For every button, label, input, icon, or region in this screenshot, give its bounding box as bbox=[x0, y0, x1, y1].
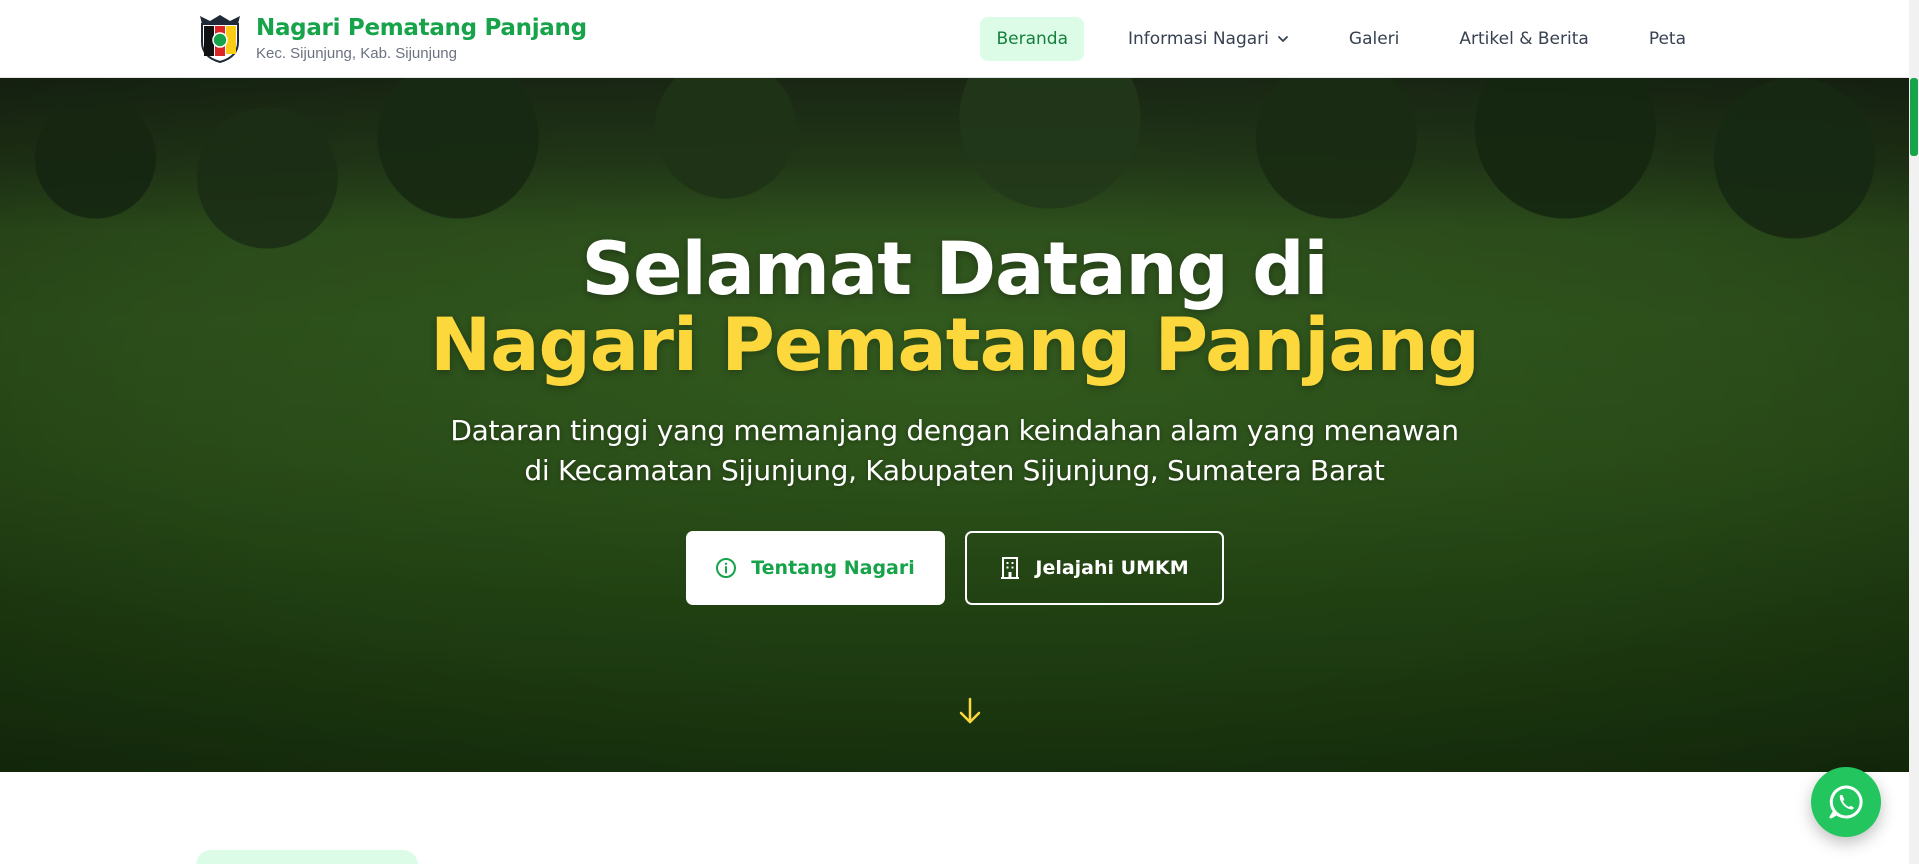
scrollbar-thumb[interactable] bbox=[1910, 78, 1918, 156]
hero-description-line2: di Kecamatan Sijunjung, Kabupaten Sijunj… bbox=[524, 454, 1385, 487]
tentang-nagari-button[interactable]: Tentang Nagari bbox=[685, 531, 945, 605]
jelajahi-umkm-button[interactable]: Jelajahi UMKM bbox=[964, 531, 1224, 605]
jelajahi-umkm-label: Jelajahi UMKM bbox=[1035, 557, 1189, 579]
section-badge bbox=[196, 850, 418, 864]
info-icon bbox=[716, 558, 737, 578]
hero-title-line2: Nagari Pematang Panjang bbox=[430, 303, 1480, 388]
whatsapp-icon bbox=[1829, 785, 1863, 819]
whatsapp-button[interactable] bbox=[1811, 767, 1881, 837]
hero-title-line1: Selamat Datang di bbox=[581, 227, 1329, 312]
hero-section: Selamat Datang di Nagari Pematang Panjan… bbox=[0, 78, 1909, 772]
brand[interactable]: Nagari Pematang Panjang Kec. Sijunjung, … bbox=[196, 12, 587, 64]
tentang-nagari-label: Tentang Nagari bbox=[751, 557, 915, 579]
nav-item-artikel-berita[interactable]: Artikel & Berita bbox=[1443, 17, 1604, 61]
nav-item-label: Informasi Nagari bbox=[1128, 29, 1269, 49]
building-icon bbox=[1001, 557, 1020, 579]
site-header: Nagari Pematang Panjang Kec. Sijunjung, … bbox=[0, 0, 1909, 78]
nav-item-informasi-nagari[interactable]: Informasi Nagari bbox=[1112, 17, 1305, 61]
nagari-logo-icon bbox=[200, 15, 240, 64]
nav-item-galeri[interactable]: Galeri bbox=[1333, 17, 1416, 61]
hero-description-line1: Dataran tinggi yang memanjang dengan kei… bbox=[450, 414, 1459, 447]
nav-item-beranda[interactable]: Beranda bbox=[980, 17, 1084, 61]
hero-buttons: Tentang Nagari Jelajahi UMKM bbox=[0, 531, 1909, 605]
hero-description: Dataran tinggi yang memanjang dengan kei… bbox=[0, 411, 1909, 491]
main-nav: Beranda Informasi Nagari Galeri Artikel … bbox=[980, 17, 1702, 61]
chevron-down-icon bbox=[1277, 36, 1288, 42]
hero-content: Selamat Datang di Nagari Pematang Panjan… bbox=[0, 232, 1909, 605]
nav-item-peta[interactable]: Peta bbox=[1633, 17, 1702, 61]
page-scrollbar[interactable] bbox=[1909, 0, 1919, 864]
arrow-down-icon[interactable] bbox=[957, 696, 983, 726]
site-subtitle: Kec. Sijunjung, Kab. Sijunjung bbox=[256, 44, 457, 62]
site-title: Nagari Pematang Panjang bbox=[256, 14, 587, 41]
